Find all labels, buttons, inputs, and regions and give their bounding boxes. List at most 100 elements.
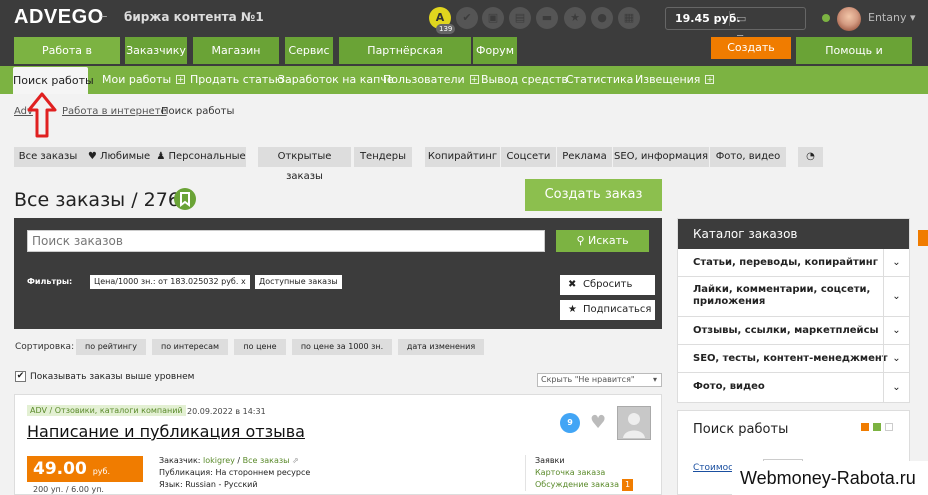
- price-unit: руб.: [92, 467, 110, 476]
- chip-remove-icon[interactable]: x: [241, 277, 246, 286]
- subtab-users[interactable]: Пользователи +: [383, 66, 479, 94]
- tab-customer[interactable]: Заказчику: [125, 37, 187, 64]
- subtab-sell-article[interactable]: Продать статью: [190, 66, 284, 94]
- cart-icon[interactable]: ▤: [509, 7, 531, 29]
- sort-rating[interactable]: по рейтингу: [76, 339, 146, 355]
- empty-square-icon[interactable]: [885, 423, 893, 431]
- order-discussion-link[interactable]: Обсуждение заказа 1: [535, 479, 634, 491]
- filter-chip-available[interactable]: Доступные заказы: [255, 275, 342, 289]
- folder-icon[interactable]: ▬: [536, 7, 558, 29]
- support-button[interactable]: Помощь и поддержка: [796, 37, 912, 84]
- watermark: Webmoney-Rabota.ru: [732, 461, 928, 495]
- subtab-captcha[interactable]: Заработок на капче: [278, 66, 394, 94]
- rss-icon[interactable]: ◔: [798, 147, 823, 167]
- filter-copywriting[interactable]: Копирайтинг: [425, 147, 500, 167]
- side-tab[interactable]: [918, 230, 928, 246]
- catalog-item-likes[interactable]: Лайки, комментарии, соцсети, приложения ⌄: [678, 277, 909, 317]
- orange-square-icon[interactable]: [861, 423, 869, 431]
- subtab-label: Извещения: [635, 73, 701, 86]
- filter-personal[interactable]: ♟ Персональные: [156, 147, 246, 167]
- basket-icon[interactable]: ▣: [482, 7, 504, 29]
- applications-link[interactable]: Заявки: [535, 455, 633, 467]
- subtab-withdraw[interactable]: Вывод средств: [481, 66, 568, 94]
- breadcrumb-current: Поиск работы: [161, 106, 235, 117]
- hide-disliked-select[interactable]: Скрыть "Не нравится" ▾: [537, 373, 662, 387]
- filter-seo[interactable]: SEO, информация: [613, 147, 709, 167]
- logo[interactable]: ADVEGO: [14, 6, 104, 29]
- filter-chip-price[interactable]: Цена/1000 зн.: от 183.025032 руб. x: [90, 275, 250, 289]
- orders-catalog: Каталог заказов Статьи, переводы, копира…: [677, 218, 910, 403]
- chevron-down-icon[interactable]: ⌄: [883, 345, 909, 372]
- catalog-item-photo[interactable]: Фото, видео ⌄: [678, 373, 909, 402]
- order-date: 20.09.2022 в 14:31: [187, 407, 266, 416]
- tab-partner[interactable]: Партнёрская программа: [339, 37, 471, 84]
- filter-open-orders[interactable]: Открытые заказы: [258, 147, 351, 182]
- publication-value: На стороннем ресурсе: [215, 468, 311, 477]
- filter-label: Любимые: [99, 151, 151, 162]
- chevron-down-icon: ▾: [652, 375, 657, 384]
- price-note: 200 уп. / 6.00 уп.: [33, 485, 104, 494]
- filter-social[interactable]: Соцсети: [501, 147, 556, 167]
- sort-price[interactable]: по цене: [234, 339, 286, 355]
- chevron-down-icon[interactable]: ⌄: [883, 249, 909, 276]
- chevron-down-icon[interactable]: ⌄: [883, 277, 909, 316]
- filter-ads[interactable]: Реклама: [557, 147, 612, 167]
- plus-icon[interactable]: +: [176, 75, 186, 84]
- user-menu[interactable]: Entany ▾: [868, 11, 916, 24]
- filter-favorites[interactable]: ♥ Любимые: [82, 147, 156, 167]
- customer-avatar[interactable]: [617, 406, 651, 440]
- balance-amount: 19.45 руб.: [675, 12, 741, 25]
- plus-icon[interactable]: +: [469, 75, 479, 84]
- notification-count-badge: 139: [436, 24, 456, 34]
- subtab-my-works[interactable]: Мои работы +: [102, 66, 186, 94]
- sort-price-per-1000[interactable]: по цене за 1000 зн.: [292, 339, 392, 355]
- reset-button[interactable]: ✖ Сбросить: [560, 275, 655, 295]
- bookmark-icon[interactable]: [174, 188, 196, 210]
- subscribe-button[interactable]: ★ Подписаться: [560, 300, 655, 320]
- chevron-down-icon[interactable]: ⌄: [883, 373, 909, 402]
- search-button[interactable]: ⚲ Искать: [556, 230, 649, 252]
- sort-date-changed[interactable]: дата изменения: [398, 339, 484, 355]
- subtab-job-search[interactable]: Поиск работы: [13, 67, 94, 94]
- filter-all-orders[interactable]: Все заказы: [14, 147, 82, 167]
- chat-icon[interactable]: ●: [591, 7, 613, 29]
- subtab-statistics[interactable]: Статистика: [566, 66, 633, 94]
- avatar[interactable]: [837, 7, 861, 31]
- sort-interests[interactable]: по интересам: [152, 339, 228, 355]
- tab-forum[interactable]: Форум: [473, 37, 517, 64]
- person-icon: ♟: [156, 151, 166, 162]
- customer-orders-link[interactable]: Все заказы: [243, 456, 290, 465]
- plus-icon[interactable]: +: [705, 75, 715, 84]
- order-card-link[interactable]: Карточка заказа: [535, 467, 633, 479]
- tab-work-online[interactable]: Работа в интернете: [14, 37, 120, 84]
- star-icon[interactable]: ★: [564, 7, 586, 29]
- tagline: биржа контента №1: [124, 10, 264, 24]
- filter-tenders[interactable]: Тендеры: [354, 147, 412, 167]
- create-order-button[interactable]: Создать заказ: [711, 37, 791, 76]
- search-input[interactable]: Поиск заказов: [27, 230, 545, 252]
- order-links: Заявки Карточка заказа Обсуждение заказа…: [525, 455, 634, 491]
- customer-separator: /: [237, 456, 241, 465]
- catalog-item-reviews[interactable]: Отзывы, ссылки, маркетплейсы ⌄: [678, 317, 909, 345]
- create-order-big-button[interactable]: Создать заказ: [525, 179, 662, 211]
- subtab-notifications[interactable]: Извещения +: [635, 66, 715, 94]
- filter-photo-video[interactable]: Фото, видео: [710, 147, 786, 167]
- order-category[interactable]: ADV / Отзовики, каталоги компаний: [27, 405, 186, 416]
- chevron-down-icon[interactable]: ⌄: [883, 317, 909, 344]
- customer-link[interactable]: lokigrey: [203, 456, 235, 465]
- heart-icon[interactable]: ♥: [590, 414, 606, 432]
- external-link-icon: ⇗: [292, 456, 299, 465]
- balance-box[interactable]: 19.45 руб. ▭ Пополнить: [665, 7, 806, 46]
- catalog-item-articles[interactable]: Статьи, переводы, копирайтинг ⌄: [678, 249, 909, 277]
- catalog-item-seo[interactable]: SEO, тесты, контент-менеджмент ⌄: [678, 345, 909, 373]
- grid-icon[interactable]: ▦: [618, 7, 640, 29]
- green-square-icon[interactable]: [873, 423, 881, 431]
- check-icon[interactable]: ✔: [456, 7, 478, 29]
- show-above-level-checkbox[interactable]: ✔: [15, 371, 26, 382]
- order-title[interactable]: Написание и публикация отзыва: [27, 422, 305, 441]
- reset-label: Сбросить: [583, 279, 633, 290]
- search-icon: ⚲: [576, 234, 585, 247]
- breadcrumb-separator: ›: [148, 106, 152, 117]
- tab-service[interactable]: Сервис: [285, 37, 333, 64]
- tab-article-shop[interactable]: Магазин статей: [193, 37, 279, 84]
